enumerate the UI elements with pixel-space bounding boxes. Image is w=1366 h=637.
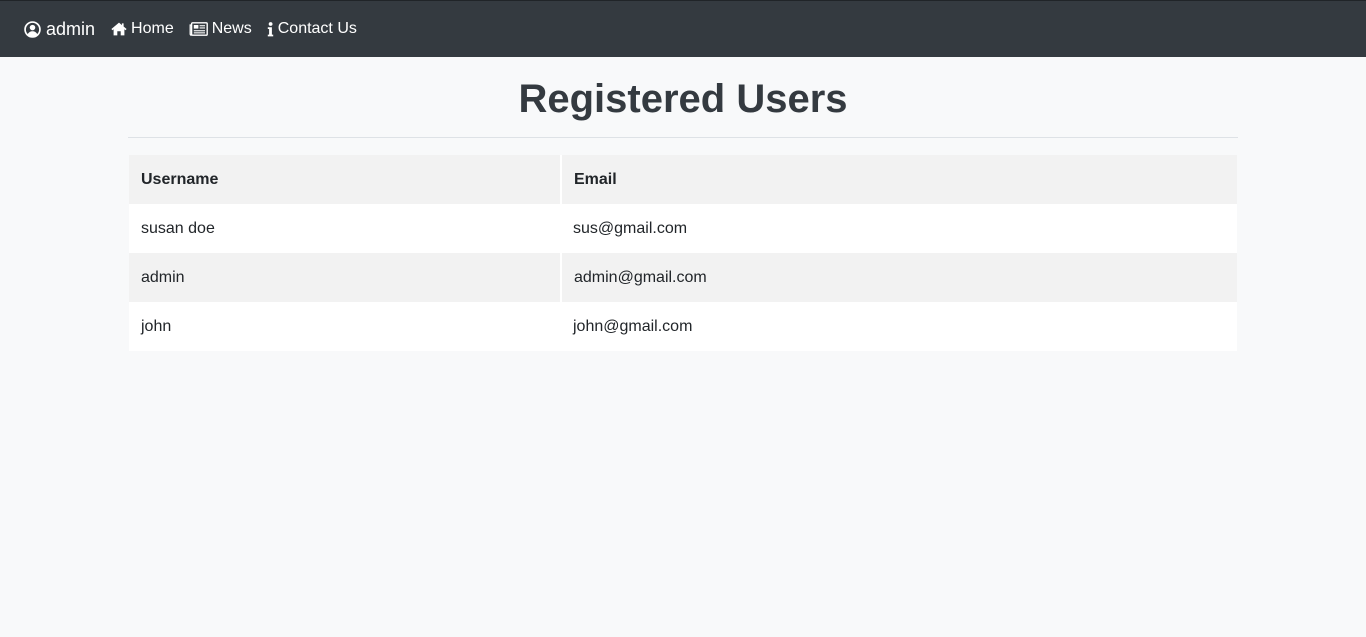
user-brand-link[interactable]: admin <box>24 19 95 40</box>
username-cell: john <box>129 302 561 351</box>
table-row: susan doe sus@gmail.com <box>129 204 1237 253</box>
nav-link-label: News <box>211 20 252 37</box>
column-header-username: Username <box>129 155 561 204</box>
table-row: john john@gmail.com <box>129 302 1237 351</box>
nav-link-home[interactable]: Home <box>111 20 174 38</box>
main-content: Registered Users Username Email susan do… <box>128 57 1238 351</box>
home-icon <box>111 22 127 36</box>
top-navbar: admin Home News Contact Us <box>0 0 1366 57</box>
column-header-email: Email <box>560 155 1237 204</box>
table-row: admin admin@gmail.com <box>129 253 1237 302</box>
nav-link-news[interactable]: News <box>189 20 252 38</box>
users-table: Username Email susan doe sus@gmail.com a… <box>129 155 1237 351</box>
page-title: Registered Users <box>518 77 848 121</box>
email-cell: sus@gmail.com <box>561 204 1237 253</box>
newspaper-icon <box>189 22 208 36</box>
nav-link-contact[interactable]: Contact Us <box>267 20 357 38</box>
brand-label: admin <box>46 18 96 39</box>
nav-link-label: Contact Us <box>277 20 357 37</box>
nav-link-label: Home <box>131 20 174 37</box>
table-header-row: Username Email <box>129 155 1237 204</box>
info-icon <box>267 21 274 37</box>
email-cell: john@gmail.com <box>561 302 1237 351</box>
username-cell: susan doe <box>129 204 561 253</box>
user-circle-icon <box>24 20 41 38</box>
username-cell: admin <box>129 253 561 302</box>
title-divider <box>128 137 1238 138</box>
email-cell: admin@gmail.com <box>560 253 1237 302</box>
